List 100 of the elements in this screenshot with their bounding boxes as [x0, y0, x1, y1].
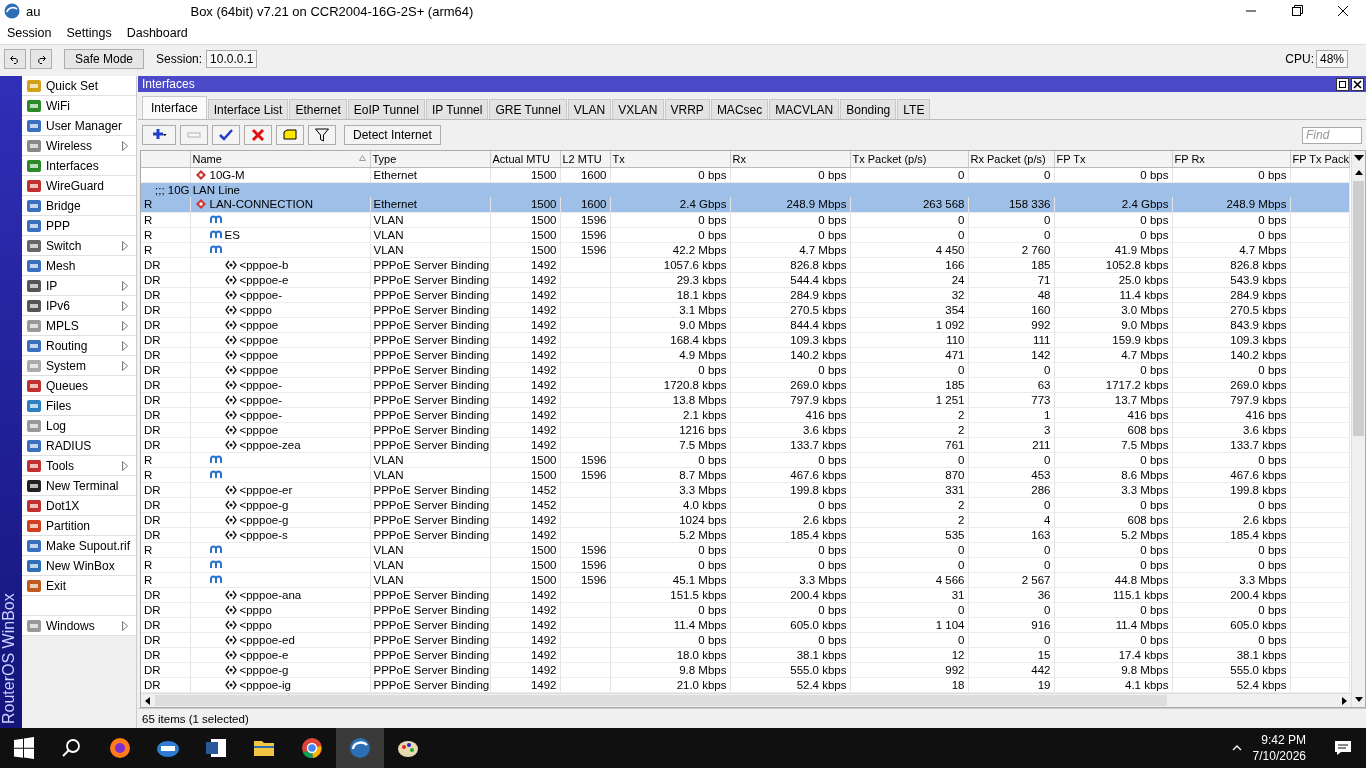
table-row[interactable]: DR <pppo PPPoE Server Binding 1492 11.4 Mbps 605.0 kbps 1 104 916 11.4 Mbps 605.0 kbps: [141, 617, 1349, 632]
session-field[interactable]: 10.0.0.1: [206, 49, 258, 68]
menu-item[interactable]: WireGuard: [22, 176, 136, 196]
menu-item[interactable]: Switch: [22, 236, 136, 256]
table-row[interactable]: DR <pppoe PPPoE Server Binding 1492 0 bps 0 bps 0 0 0 bps 0 bps: [141, 362, 1349, 377]
menu-item[interactable]: Windows: [22, 616, 136, 636]
menu-item[interactable]: Dashboard: [119, 26, 196, 40]
table-row[interactable]: DR <pppoe-g PPPoE Server Binding 1492 9.8 Mbps 555.0 kbps 992 442 9.8 Mbps 555.0 kbps: [141, 662, 1349, 677]
tab[interactable]: Ethernet: [289, 99, 347, 119]
close-icon[interactable]: [1351, 77, 1364, 91]
browser-icon[interactable]: [108, 736, 132, 760]
table-row[interactable]: DR <pppoe-er PPPoE Server Binding 1452 3.3 Mbps 199.8 kbps 331 286 3.3 Mbps 199.8 kbps: [141, 482, 1349, 497]
tab[interactable]: VRRP: [664, 99, 710, 119]
column-header[interactable]: Rx: [730, 151, 850, 167]
redo-button[interactable]: [30, 48, 52, 69]
scrollbar-thumb[interactable]: [1353, 181, 1364, 436]
menu-item[interactable]: IP: [22, 276, 136, 296]
menu-item[interactable]: New Terminal: [22, 476, 136, 496]
table-row[interactable]: DR <pppoe PPPoE Server Binding 1492 4.9 Mbps 140.2 kbps 471 142 4.7 Mbps 140.2 kbps: [141, 347, 1349, 362]
menu-item[interactable]: Partition: [22, 516, 136, 536]
table-row[interactable]: DR <pppoe- PPPoE Server Binding 1492 2.1 kbps 416 bps 2 1 416 bps 416 bps: [141, 407, 1349, 422]
table-row[interactable]: DR <pppoe PPPoE Server Binding 1492 168.4 kbps 109.3 kbps 110 111 159.9 kbps 109.3 kbps: [141, 332, 1349, 347]
tab[interactable]: VLAN: [567, 99, 612, 119]
column-header[interactable]: Name: [190, 151, 370, 167]
tab[interactable]: LTE: [897, 99, 931, 119]
scrollbar-thumb[interactable]: [155, 695, 1167, 706]
disable-button[interactable]: [244, 125, 272, 145]
clock-time[interactable]: 9:42 PM: [1261, 732, 1306, 748]
tab[interactable]: GRE Tunnel: [489, 99, 567, 119]
safe-mode-button[interactable]: Safe Mode: [64, 48, 145, 69]
table-row[interactable]: DR <pppo PPPoE Server Binding 1492 0 bps 0 bps 0 0 0 bps 0 bps: [141, 602, 1349, 617]
column-header[interactable]: Tx Packet (p/s): [850, 151, 968, 167]
menu-item[interactable]: Bridge: [22, 196, 136, 216]
column-header[interactable]: Actual MTU: [490, 151, 560, 167]
tab[interactable]: MACsec: [710, 99, 769, 119]
table-row[interactable]: DR <pppoe-e PPPoE Server Binding 1492 18.0 kbps 38.1 kbps 12 15 17.4 kbps 38.1 kbps: [141, 647, 1349, 662]
table-row[interactable]: DR <pppoe- PPPoE Server Binding 1492 13.8 Mbps 797.9 kbps 1 251 773 13.7 Mbps 797.9 kbps: [141, 392, 1349, 407]
table-row[interactable]: DR <pppoe-b PPPoE Server Binding 1492 1057.6 kbps 826.8 kbps 166 185 1052.8 kbps 826.8 kbps: [141, 257, 1349, 272]
tab[interactable]: Interface: [142, 96, 207, 119]
table-row[interactable]: R LAN-CONNECTION Ethernet 1500 1600 2.4 Gbps 248.9 Mbps 263 568 158 336 2.4 Gbps 248.9 Mbps: [141, 197, 1349, 212]
table-row[interactable]: R ES VLAN 1500 1596 0 bps 0 bps 0 0 0 bps 0 bps: [141, 227, 1349, 242]
notification-icon[interactable]: [1334, 739, 1352, 757]
menu-item[interactable]: Settings: [59, 26, 120, 40]
start-icon[interactable]: [12, 736, 36, 760]
column-header[interactable]: L2 MTU: [560, 151, 610, 167]
column-header[interactable]: Type: [370, 151, 490, 167]
column-header[interactable]: FP Tx: [1054, 151, 1172, 167]
tab[interactable]: MACVLAN: [769, 99, 840, 119]
undo-button[interactable]: [4, 48, 26, 69]
filter-button[interactable]: [308, 125, 336, 145]
table-row[interactable]: DR <pppoe- PPPoE Server Binding 1492 1720.8 kbps 269.0 kbps 185 63 1717.2 kbps 269.0 kbps: [141, 377, 1349, 392]
table-row[interactable]: DR <pppoe-ana PPPoE Server Binding 1492 151.5 kbps 200.4 kbps 31 36 115.1 kbps 200.4 kbps: [141, 587, 1349, 602]
table-row[interactable]: R VLAN 1500 1596 45.1 Mbps 3.3 Mbps 4 566 2 567 44.8 Mbps 3.3 Mbps: [141, 572, 1349, 587]
menu-item[interactable]: New WinBox: [22, 556, 136, 576]
table-row[interactable]: R VLAN 1500 1596 0 bps 0 bps 0 0 0 bps 0 bps: [141, 452, 1349, 467]
enable-button[interactable]: [212, 125, 240, 145]
tab[interactable]: Bonding: [840, 99, 897, 119]
menu-item[interactable]: RADIUS: [22, 436, 136, 456]
menu-item[interactable]: WiFi: [22, 96, 136, 116]
table-row[interactable]: DR <pppoe PPPoE Server Binding 1492 1216 bps 3.6 kbps 2 3 608 bps 3.6 kbps: [141, 422, 1349, 437]
table-row[interactable]: DR <pppoe- PPPoE Server Binding 1492 18.1 kbps 284.9 kbps 32 48 11.4 kbps 284.9 kbps: [141, 287, 1349, 302]
menu-item[interactable]: Make Supout.rif: [22, 536, 136, 556]
menu-item[interactable]: Session: [0, 26, 60, 40]
table-row[interactable]: R VLAN 1500 1596 8.7 Mbps 467.6 kbps 870 453 8.6 Mbps 467.6 kbps: [141, 467, 1349, 482]
table-row[interactable]: DR <pppoe-ig PPPoE Server Binding 1492 21.0 kbps 52.4 kbps 18 19 4.1 kbps 52.4 kbps: [141, 677, 1349, 692]
menu-item[interactable]: System: [22, 356, 136, 376]
table-row[interactable]: R VLAN 1500 1596 42.2 Mbps 4.7 Mbps 4 450 2 760 41.9 Mbps 4.7 Mbps: [141, 242, 1349, 257]
restore-icon[interactable]: [1336, 77, 1349, 91]
detect-internet-button[interactable]: Detect Internet: [344, 125, 441, 145]
table-row[interactable]: DR <pppoe-s PPPoE Server Binding 1492 5.2 Mbps 185.4 kbps 535 163 5.2 Mbps 185.4 kbps: [141, 527, 1349, 542]
table-row[interactable]: 10G-M Ethernet 1500 1600 0 bps 0 bps 0 0 0 bps 0 bps: [141, 167, 1349, 182]
column-header[interactable]: Tx: [610, 151, 730, 167]
menu-item[interactable]: Mesh: [22, 256, 136, 276]
winbox-icon[interactable]: [348, 736, 372, 760]
tab[interactable]: EoIP Tunnel: [347, 99, 425, 119]
column-header[interactable]: FP Rx: [1172, 151, 1290, 167]
menu-item[interactable]: Quick Set: [22, 76, 136, 96]
menu-item[interactable]: Files: [22, 396, 136, 416]
menu-item[interactable]: Log: [22, 416, 136, 436]
document-app-icon[interactable]: [204, 736, 228, 760]
table-row[interactable]: R VLAN 1500 1596 0 bps 0 bps 0 0 0 bps 0 bps: [141, 557, 1349, 572]
find-field[interactable]: Find: [1302, 126, 1362, 144]
menu-item[interactable]: Wireless: [22, 136, 136, 156]
menu-item[interactable]: Interfaces: [22, 156, 136, 176]
tab[interactable]: Interface List: [207, 99, 289, 119]
menu-item[interactable]: IPv6: [22, 296, 136, 316]
menu-item[interactable]: Dot1X: [22, 496, 136, 516]
table-row[interactable]: DR <pppo PPPoE Server Binding 1492 3.1 Mbps 270.5 kbps 354 160 3.0 Mbps 270.5 kbps: [141, 302, 1349, 317]
clock-date[interactable]: 7/10/2026: [1252, 748, 1306, 764]
menu-item[interactable]: MPLS: [22, 316, 136, 336]
add-button[interactable]: [142, 125, 176, 145]
tab[interactable]: VXLAN: [612, 99, 664, 119]
table-row[interactable]: DR <pppoe-g PPPoE Server Binding 1452 4.0 kbps 0 bps 2 0 0 bps 0 bps: [141, 497, 1349, 512]
menu-item[interactable]: Exit: [22, 576, 136, 596]
table-row[interactable]: DR <pppoe-e PPPoE Server Binding 1492 29.3 kbps 544.4 kbps 24 71 25.0 kbps 543.9 kbps: [141, 272, 1349, 287]
table-row[interactable]: R VLAN 1500 1596 0 bps 0 bps 0 0 0 bps 0 bps: [141, 542, 1349, 557]
menu-item[interactable]: User Manager: [22, 116, 136, 136]
tab[interactable]: IP Tunnel: [425, 99, 489, 119]
table-row[interactable]: DR <pppoe-ed PPPoE Server Binding 1492 0 bps 0 bps 0 0 0 bps 0 bps: [141, 632, 1349, 647]
table-row[interactable]: DR <pppoe-g PPPoE Server Binding 1492 1024 bps 2.6 kbps 2 4 608 bps 2.6 kbps: [141, 512, 1349, 527]
